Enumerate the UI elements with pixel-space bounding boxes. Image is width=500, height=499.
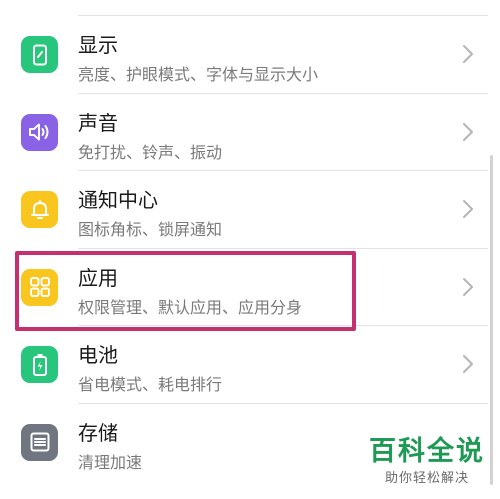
- bell-icon: [21, 191, 58, 228]
- settings-item-battery[interactable]: 电池 省电模式、耗电排行: [0, 326, 500, 404]
- settings-item-sound[interactable]: 声音 免打扰、铃声、振动: [0, 94, 500, 171]
- settings-item-subtitle: 亮度、护眼模式、字体与显示大小: [78, 65, 319, 84]
- settings-item-title: 存储: [78, 420, 118, 445]
- chevron-right-icon: [463, 277, 473, 296]
- settings-item-title: 声音: [78, 110, 118, 135]
- settings-item-subtitle: 清理加速: [78, 452, 143, 472]
- chevron-right-icon: [463, 355, 473, 373]
- settings-item-title: 显示: [78, 33, 118, 57]
- watermark-subtitle: 助你轻松解决: [384, 471, 469, 486]
- scrollbar[interactable]: [490, 155, 493, 485]
- sound-icon: [21, 113, 58, 151]
- watermark: 百科全说 助你轻松解决: [366, 434, 488, 488]
- settings-item-subtitle: 省电模式、耗电排行: [78, 375, 223, 394]
- settings-item-display[interactable]: 显示 亮度、护眼模式、字体与显示大小: [0, 16, 500, 94]
- settings-item-notification-center[interactable]: 通知中心 图标角标、锁屏通知: [0, 171, 500, 249]
- chevron-right-icon: [463, 200, 473, 218]
- settings-item-subtitle: 权限管理、默认应用、应用分身: [78, 297, 303, 317]
- settings-item-subtitle: 图标角标、锁屏通知: [78, 220, 223, 239]
- storage-icon: [21, 423, 58, 461]
- settings-item-title: 通知中心: [78, 188, 158, 212]
- apps-grid-icon: [21, 268, 58, 306]
- settings-item-apps[interactable]: 应用 权限管理、默认应用、应用分身: [0, 249, 500, 326]
- settings-item-subtitle: 免打扰、铃声、振动: [78, 142, 223, 162]
- settings-list: 显示 亮度、护眼模式、字体与显示大小 声音 免打扰、铃声、振动 通知中心 图标角…: [0, 16, 500, 481]
- battery-icon: [21, 346, 58, 383]
- chevron-right-icon: [463, 122, 473, 141]
- settings-item-title: 电池: [78, 343, 118, 367]
- chevron-right-icon: [463, 45, 473, 63]
- watermark-title: 百科全说: [369, 436, 485, 467]
- display-icon: [21, 36, 58, 73]
- settings-item-title: 应用: [78, 265, 118, 290]
